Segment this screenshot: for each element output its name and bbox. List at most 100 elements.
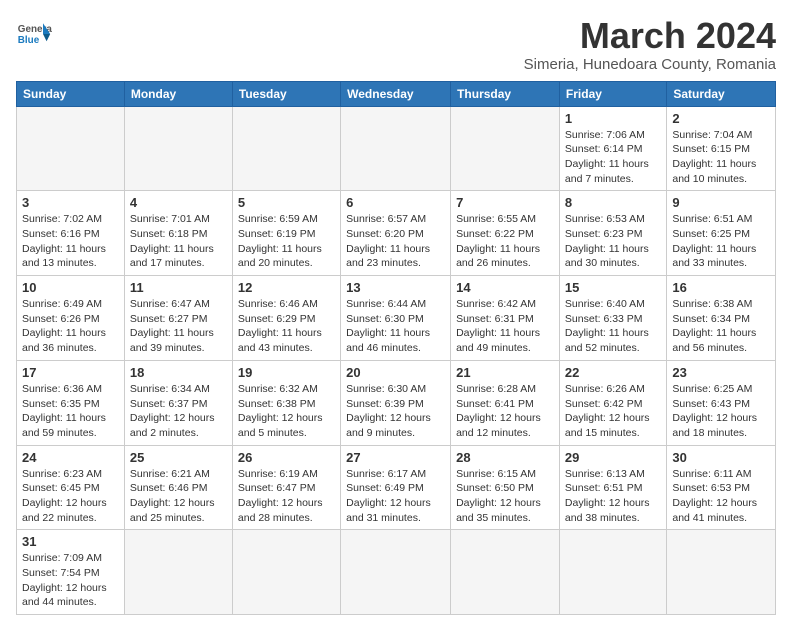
day-info: Sunrise: 7:09 AM Sunset: 7:54 PM Dayligh… <box>22 551 119 610</box>
calendar-cell: 11Sunrise: 6:47 AM Sunset: 6:27 PM Dayli… <box>124 276 232 361</box>
calendar-cell: 28 Sunrise: 6:15 AM Sunset: 6:50 PM Dayli… <box>451 445 560 530</box>
calendar-week-3: 10 Sunrise: 6:49 AM Sunset: 6:26 PM Dayli… <box>17 276 776 361</box>
calendar-cell: 21 Sunrise: 6:28 AM Sunset: 6:41 PM Dayli… <box>451 360 560 445</box>
calendar-title: March 2024 <box>524 16 776 56</box>
calendar-cell: 8 Sunrise: 6:53 AM Sunset: 6:23 PM Daylig… <box>559 191 666 276</box>
header: General Blue March 2024 Simeria, Hunedoa… <box>16 16 776 73</box>
svg-text:Blue: Blue <box>18 35 40 46</box>
day-number: 23 <box>672 365 770 380</box>
calendar-cell: 19 Sunrise: 6:32 AM Sunset: 6:38 PM Dayli… <box>232 360 340 445</box>
day-info: Sunrise: 6:21 AM Sunset: 6:46 PM Dayligh… <box>130 467 227 526</box>
day-number: 1 <box>565 111 661 126</box>
calendar-cell: 26 Sunrise: 6:19 AM Sunset: 6:47 PM Dayli… <box>232 445 340 530</box>
day-info: Sunrise: 6:13 AM Sunset: 6:51 PM Dayligh… <box>565 467 661 526</box>
day-info: Sunrise: 6:15 AM Sunset: 6:50 PM Dayligh… <box>456 467 554 526</box>
day-number: 11 <box>130 280 227 295</box>
day-info: Sunrise: 6:40 AM Sunset: 6:33 PM Dayligh… <box>565 297 661 356</box>
calendar-cell: 23 Sunrise: 6:25 AM Sunset: 6:43 PM Dayli… <box>667 360 776 445</box>
calendar-cell: 2Sunrise: 7:04 AM Sunset: 6:15 PM Daylig… <box>667 106 776 191</box>
calendar-cell: 16 Sunrise: 6:38 AM Sunset: 6:34 PM Dayli… <box>667 276 776 361</box>
logo: General Blue <box>16 16 52 52</box>
calendar-cell <box>232 530 340 615</box>
day-info: Sunrise: 6:19 AM Sunset: 6:47 PM Dayligh… <box>238 467 335 526</box>
calendar-cell <box>124 530 232 615</box>
day-number: 7 <box>456 195 554 210</box>
calendar-cell: 3 Sunrise: 7:02 AM Sunset: 6:16 PM Daylig… <box>17 191 125 276</box>
col-tuesday: Tuesday <box>232 81 340 106</box>
calendar-cell: 17Sunrise: 6:36 AM Sunset: 6:35 PM Dayli… <box>17 360 125 445</box>
day-number: 16 <box>672 280 770 295</box>
day-number: 22 <box>565 365 661 380</box>
day-number: 13 <box>346 280 445 295</box>
day-info: Sunrise: 6:30 AM Sunset: 6:39 PM Dayligh… <box>346 382 445 441</box>
calendar-cell <box>451 106 560 191</box>
col-sunday: Sunday <box>17 81 125 106</box>
day-info: Sunrise: 7:06 AM Sunset: 6:14 PM Dayligh… <box>565 128 661 187</box>
day-info: Sunrise: 6:55 AM Sunset: 6:22 PM Dayligh… <box>456 212 554 271</box>
day-number: 20 <box>346 365 445 380</box>
day-number: 28 <box>456 450 554 465</box>
day-info: Sunrise: 7:02 AM Sunset: 6:16 PM Dayligh… <box>22 212 119 271</box>
calendar-table: Sunday Monday Tuesday Wednesday Thursday… <box>16 81 776 616</box>
calendar-cell: 12Sunrise: 6:46 AM Sunset: 6:29 PM Dayli… <box>232 276 340 361</box>
day-number: 26 <box>238 450 335 465</box>
day-info: Sunrise: 6:25 AM Sunset: 6:43 PM Dayligh… <box>672 382 770 441</box>
day-info: Sunrise: 6:49 AM Sunset: 6:26 PM Dayligh… <box>22 297 119 356</box>
day-info: Sunrise: 6:36 AM Sunset: 6:35 PM Dayligh… <box>22 382 119 441</box>
calendar-cell: 6 Sunrise: 6:57 AM Sunset: 6:20 PM Daylig… <box>341 191 451 276</box>
day-number: 21 <box>456 365 554 380</box>
calendar-cell: 20 Sunrise: 6:30 AM Sunset: 6:39 PM Dayli… <box>341 360 451 445</box>
calendar-cell: 7 Sunrise: 6:55 AM Sunset: 6:22 PM Daylig… <box>451 191 560 276</box>
calendar-subtitle: Simeria, Hunedoara County, Romania <box>524 56 776 73</box>
day-info: Sunrise: 6:17 AM Sunset: 6:49 PM Dayligh… <box>346 467 445 526</box>
calendar-cell <box>559 530 666 615</box>
col-monday: Monday <box>124 81 232 106</box>
calendar-cell: 15Sunrise: 6:40 AM Sunset: 6:33 PM Dayli… <box>559 276 666 361</box>
day-info: Sunrise: 7:04 AM Sunset: 6:15 PM Dayligh… <box>672 128 770 187</box>
calendar-cell: 13 Sunrise: 6:44 AM Sunset: 6:30 PM Dayli… <box>341 276 451 361</box>
day-number: 19 <box>238 365 335 380</box>
day-info: Sunrise: 7:01 AM Sunset: 6:18 PM Dayligh… <box>130 212 227 271</box>
calendar-cell: 22 Sunrise: 6:26 AM Sunset: 6:42 PM Dayli… <box>559 360 666 445</box>
day-info: Sunrise: 6:11 AM Sunset: 6:53 PM Dayligh… <box>672 467 770 526</box>
day-info: Sunrise: 6:53 AM Sunset: 6:23 PM Dayligh… <box>565 212 661 271</box>
day-info: Sunrise: 6:57 AM Sunset: 6:20 PM Dayligh… <box>346 212 445 271</box>
day-info: Sunrise: 6:28 AM Sunset: 6:41 PM Dayligh… <box>456 382 554 441</box>
calendar-cell: 1 Sunrise: 7:06 AM Sunset: 6:14 PM Daylig… <box>559 106 666 191</box>
day-number: 12 <box>238 280 335 295</box>
calendar-week-6: 31 Sunrise: 7:09 AM Sunset: 7:54 PM Dayli… <box>17 530 776 615</box>
calendar-cell <box>341 530 451 615</box>
calendar-cell <box>124 106 232 191</box>
title-area: March 2024 Simeria, Hunedoara County, Ro… <box>524 16 776 73</box>
calendar-cell: 14Sunrise: 6:42 AM Sunset: 6:31 PM Dayli… <box>451 276 560 361</box>
calendar-cell: 30 Sunrise: 6:11 AM Sunset: 6:53 PM Dayli… <box>667 445 776 530</box>
calendar-cell <box>451 530 560 615</box>
col-thursday: Thursday <box>451 81 560 106</box>
calendar-cell: 9Sunrise: 6:51 AM Sunset: 6:25 PM Daylig… <box>667 191 776 276</box>
day-info: Sunrise: 6:32 AM Sunset: 6:38 PM Dayligh… <box>238 382 335 441</box>
day-number: 29 <box>565 450 661 465</box>
day-info: Sunrise: 6:44 AM Sunset: 6:30 PM Dayligh… <box>346 297 445 356</box>
day-number: 30 <box>672 450 770 465</box>
calendar-cell <box>232 106 340 191</box>
calendar-cell: 4Sunrise: 7:01 AM Sunset: 6:18 PM Daylig… <box>124 191 232 276</box>
day-number: 10 <box>22 280 119 295</box>
day-number: 3 <box>22 195 119 210</box>
calendar-cell: 27Sunrise: 6:17 AM Sunset: 6:49 PM Dayli… <box>341 445 451 530</box>
logo-icon: General Blue <box>16 16 52 52</box>
day-info: Sunrise: 6:38 AM Sunset: 6:34 PM Dayligh… <box>672 297 770 356</box>
day-number: 24 <box>22 450 119 465</box>
day-info: Sunrise: 6:59 AM Sunset: 6:19 PM Dayligh… <box>238 212 335 271</box>
day-number: 8 <box>565 195 661 210</box>
day-info: Sunrise: 6:26 AM Sunset: 6:42 PM Dayligh… <box>565 382 661 441</box>
calendar-cell: 5Sunrise: 6:59 AM Sunset: 6:19 PM Daylig… <box>232 191 340 276</box>
day-number: 25 <box>130 450 227 465</box>
calendar-cell: 31 Sunrise: 7:09 AM Sunset: 7:54 PM Dayli… <box>17 530 125 615</box>
calendar-cell <box>667 530 776 615</box>
calendar-cell: 29 Sunrise: 6:13 AM Sunset: 6:51 PM Dayli… <box>559 445 666 530</box>
day-number: 31 <box>22 534 119 549</box>
calendar-cell <box>17 106 125 191</box>
day-info: Sunrise: 6:34 AM Sunset: 6:37 PM Dayligh… <box>130 382 227 441</box>
day-number: 6 <box>346 195 445 210</box>
day-info: Sunrise: 6:51 AM Sunset: 6:25 PM Dayligh… <box>672 212 770 271</box>
